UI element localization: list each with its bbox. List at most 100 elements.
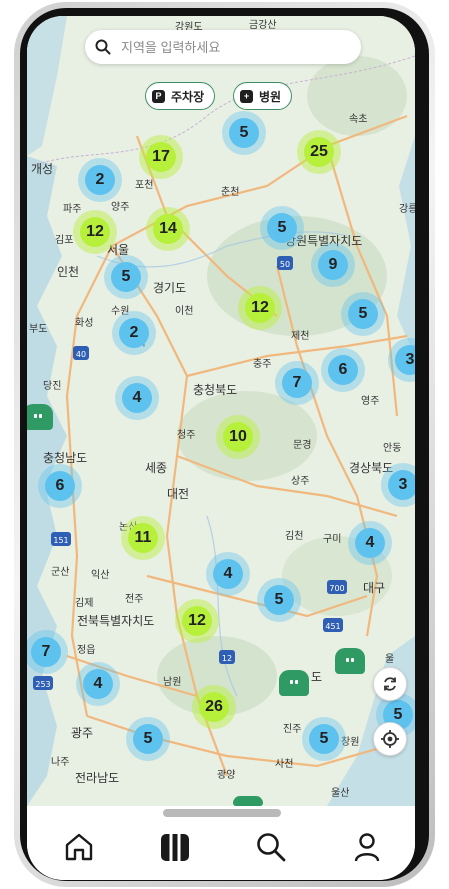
- map-cluster[interactable]: 7: [31, 637, 61, 667]
- svg-text:김천: 김천: [285, 530, 303, 542]
- filter-chip-parking[interactable]: P 주차장: [145, 82, 216, 110]
- map-cluster[interactable]: 2: [85, 165, 115, 195]
- search-icon: [257, 833, 286, 862]
- svg-text:451: 451: [325, 622, 340, 631]
- cluster-count: 12: [251, 299, 269, 316]
- road-shield: 151: [51, 532, 71, 546]
- svg-text:이천: 이천: [175, 305, 193, 317]
- map-cluster[interactable]: 5: [229, 118, 259, 148]
- map-cluster[interactable]: 2: [119, 318, 149, 348]
- svg-text:대전: 대전: [167, 487, 189, 501]
- map-cluster[interactable]: 17: [146, 142, 176, 172]
- map-cluster[interactable]: 26: [199, 692, 229, 722]
- svg-text:청주: 청주: [177, 429, 195, 441]
- road-shield: 700: [327, 580, 347, 594]
- svg-text:김포: 김포: [55, 234, 73, 246]
- bottom-sheet: [27, 806, 415, 880]
- filter-label: 주차장: [171, 89, 205, 104]
- locate-button[interactable]: [373, 722, 407, 756]
- svg-text:광양: 광양: [217, 769, 235, 781]
- map-cluster[interactable]: 12: [80, 217, 110, 247]
- svg-text:사천: 사천: [275, 758, 293, 770]
- svg-text:151: 151: [53, 536, 68, 545]
- refresh-icon: [384, 677, 396, 691]
- map-cluster[interactable]: 6: [45, 471, 75, 501]
- tab-list[interactable]: [157, 830, 193, 864]
- cluster-count: 12: [188, 612, 206, 629]
- map-cluster[interactable]: 12: [245, 293, 275, 323]
- cluster-count: 10: [229, 428, 247, 445]
- map-cluster[interactable]: 5: [133, 724, 163, 754]
- parking-icon: P: [152, 89, 165, 103]
- map-cluster[interactable]: 5: [111, 262, 141, 292]
- filter-label: 병원: [259, 89, 282, 104]
- map-cluster[interactable]: 4: [122, 383, 152, 413]
- map-cluster[interactable]: 5: [348, 299, 378, 329]
- map-cluster[interactable]: 11: [128, 523, 158, 553]
- svg-text:충주: 충주: [253, 358, 271, 370]
- svg-text:진주: 진주: [283, 723, 301, 735]
- cluster-count: 17: [152, 148, 170, 165]
- svg-text:12: 12: [222, 654, 232, 663]
- road-shield: 451: [323, 618, 343, 632]
- filter-chip-hospital[interactable]: + 병원: [233, 82, 293, 110]
- map-cluster[interactable]: 25: [304, 137, 334, 167]
- svg-text:광주: 광주: [71, 726, 93, 740]
- tab-home[interactable]: [61, 830, 97, 864]
- svg-text:영주: 영주: [361, 395, 379, 407]
- map-cluster[interactable]: 5: [267, 213, 297, 243]
- list-icon: [161, 834, 189, 861]
- map-cluster[interactable]: 3: [388, 470, 415, 500]
- cluster-count: 6: [338, 361, 348, 378]
- refresh-button[interactable]: [373, 667, 407, 701]
- map-cluster[interactable]: 6: [328, 355, 358, 385]
- cluster-count: 3: [398, 476, 408, 493]
- facility-marker-icon[interactable]: [233, 796, 263, 810]
- map-cluster[interactable]: 7: [282, 368, 312, 398]
- svg-text:강원특별자치도: 강원특별자치도: [285, 234, 362, 248]
- svg-text:충청북도: 충청북도: [193, 383, 237, 397]
- svg-text:익산: 익산: [91, 569, 109, 581]
- map-cluster[interactable]: 4: [83, 669, 113, 699]
- profile-icon: [354, 833, 380, 862]
- svg-text:충청남도: 충청남도: [43, 451, 87, 465]
- map-cluster[interactable]: 12: [182, 606, 212, 636]
- svg-text:253: 253: [35, 680, 50, 689]
- cluster-count: 14: [159, 220, 177, 237]
- map-cluster[interactable]: 14: [153, 214, 183, 244]
- svg-text:전라남도: 전라남도: [75, 771, 119, 785]
- svg-text:40: 40: [76, 350, 86, 359]
- facility-marker-icon[interactable]: [279, 670, 309, 696]
- road-shield: 50: [277, 256, 293, 270]
- svg-text:울: 울: [385, 653, 394, 665]
- road-shield: 40: [73, 346, 89, 360]
- map-cluster[interactable]: 5: [264, 585, 294, 615]
- map-cluster[interactable]: 10: [223, 422, 253, 452]
- search-bar[interactable]: [85, 30, 361, 64]
- map-cluster[interactable]: 4: [355, 528, 385, 558]
- cluster-count: 5: [358, 305, 368, 322]
- svg-text:당진: 당진: [43, 380, 61, 392]
- facility-marker-icon[interactable]: [335, 648, 365, 674]
- cluster-count: 12: [86, 223, 104, 240]
- map-cluster[interactable]: 5: [309, 724, 339, 754]
- svg-text:안동: 안동: [383, 442, 401, 454]
- locate-icon: [381, 730, 399, 748]
- cluster-count: 5: [274, 591, 284, 608]
- map-cluster[interactable]: 4: [213, 559, 243, 589]
- svg-text:울산: 울산: [331, 787, 349, 799]
- tab-search[interactable]: [253, 830, 289, 864]
- svg-text:대구: 대구: [363, 581, 385, 595]
- cluster-count: 7: [292, 374, 302, 391]
- map-cluster[interactable]: 9: [318, 250, 348, 280]
- cluster-count: 7: [41, 643, 51, 660]
- road-shield: 12: [219, 650, 235, 664]
- sheet-handle[interactable]: [163, 809, 281, 817]
- svg-text:김제: 김제: [75, 597, 93, 609]
- search-input[interactable]: [119, 38, 343, 56]
- cluster-count: 5: [393, 706, 403, 723]
- facility-marker-icon[interactable]: [27, 404, 53, 430]
- tab-profile[interactable]: [349, 830, 385, 864]
- cluster-count: 26: [205, 698, 223, 715]
- svg-text:상주: 상주: [291, 475, 309, 487]
